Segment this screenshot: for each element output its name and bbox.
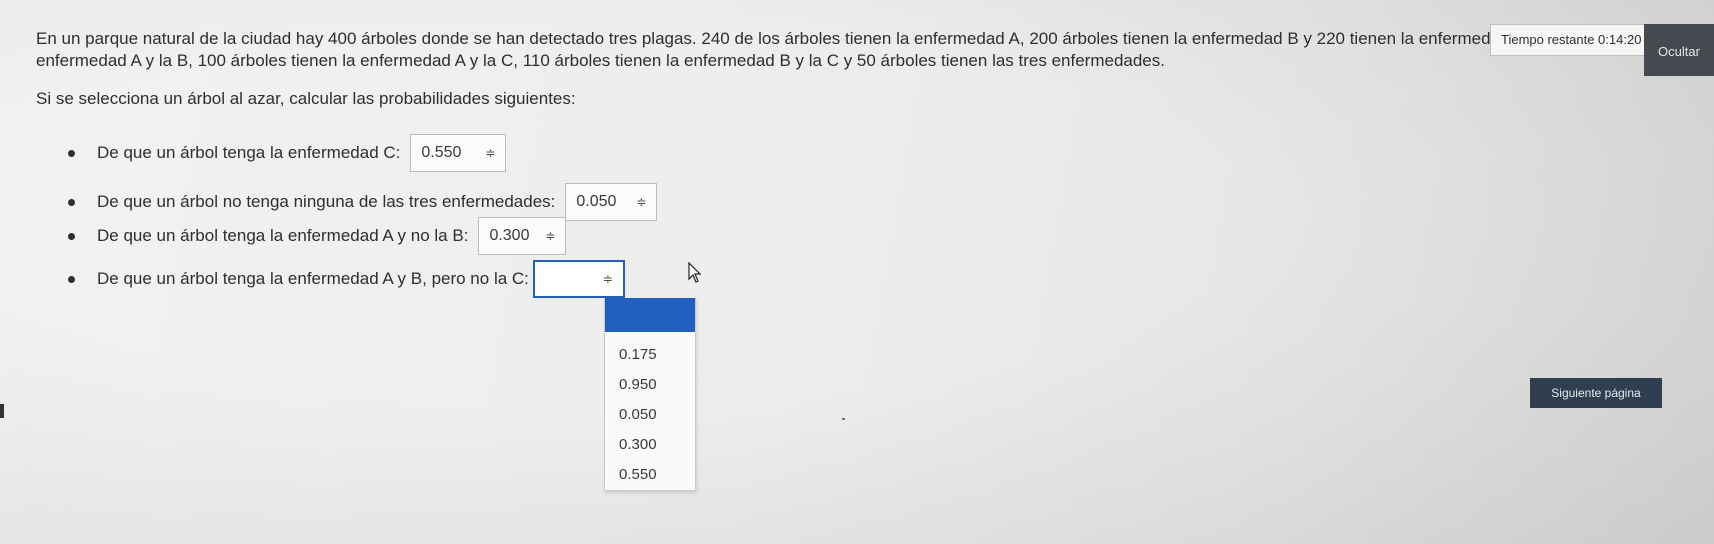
item-label: De que un árbol tenga la enfermedad C: [97,143,401,162]
answer-dropdown-list: 0.175 0.950 0.050 0.300 0.550 [604,298,696,491]
select-arrows-icon: ≑ [545,229,556,243]
left-edge-fragment [0,404,4,418]
hide-timer-button[interactable]: Ocultar [1644,24,1714,76]
dropdown-option-empty[interactable] [605,298,695,332]
dropdown-option[interactable]: 0.175 [605,340,695,370]
answer-select-3[interactable]: 0.300 ≑ [478,217,567,255]
bullet-icon [68,198,75,206]
answer-select-2[interactable]: 0.050 ≑ [565,183,658,221]
select-arrows-icon: ≑ [602,272,613,286]
bullet-icon [68,275,75,283]
dropdown-option[interactable]: 0.550 [605,460,695,490]
select-arrows-icon: ≑ [485,146,496,160]
item-label: De que un árbol tenga la enfermedad A y … [97,269,529,288]
question-line-1: En un parque natural de la ciudad hay 40… [36,29,1694,48]
dropdown-option[interactable]: 0.050 [605,400,695,430]
next-page-button[interactable]: Siguiente página [1530,378,1662,408]
question-line-2: enfermedad A y la B, 100 árboles tienen … [36,51,1165,70]
item-probability-c: De que un árbol tenga la enfermedad C: 0… [68,134,507,172]
item-probability-none: De que un árbol no tenga ninguna de las … [68,183,658,221]
select-value: 0.550 [421,144,462,161]
mouse-pointer-icon [688,262,702,283]
item-probability-a-not-b: De que un árbol tenga la enfermedad A y … [68,217,567,255]
answer-select-4[interactable]: ≑ [532,260,625,298]
question-instruction: Si se selecciona un árbol al azar, calcu… [36,89,576,108]
dropdown-option[interactable]: 0.950 [605,370,695,400]
bullet-icon [68,149,75,157]
select-value: 0.050 [576,193,617,210]
time-remaining: Tiempo restante 0:14:20 [1490,24,1653,56]
item-label: De que un árbol no tenga ninguna de las … [97,192,556,211]
answer-select-1[interactable]: 0.550 ≑ [410,134,507,172]
bullet-icon [68,232,75,240]
dropdown-option[interactable]: 0.300 [605,430,695,460]
question-statement: En un parque natural de la ciudad hay 40… [36,28,1696,72]
select-value: 0.300 [489,227,530,244]
item-label: De que un árbol tenga la enfermedad A y … [97,226,469,245]
item-probability-a-b-not-c: De que un árbol tenga la enfermedad A y … [68,260,625,298]
screen-speck [842,418,845,420]
select-arrows-icon: ≑ [636,195,647,209]
